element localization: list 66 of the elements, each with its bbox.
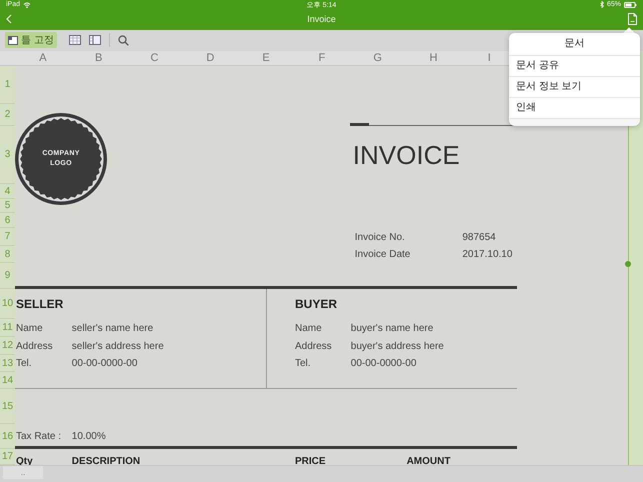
column-header[interactable]: H bbox=[406, 51, 462, 66]
field-value: seller's name here bbox=[72, 322, 154, 334]
row-header[interactable]: 8 bbox=[0, 246, 15, 264]
field-value: 00-00-0000-00 bbox=[72, 358, 138, 370]
menu-title: 문서 bbox=[509, 33, 640, 56]
row-header[interactable]: 1 bbox=[0, 66, 15, 104]
field-value: buyer's address here bbox=[350, 340, 444, 352]
column-header[interactable]: B bbox=[70, 51, 127, 66]
battery-icon bbox=[624, 2, 638, 8]
field-value: 2017.10.10 bbox=[462, 249, 512, 260]
field-value: seller's address here bbox=[72, 340, 164, 352]
field-label: Invoice Date bbox=[354, 249, 410, 260]
row-header[interactable]: 11 bbox=[0, 319, 15, 338]
scroll-handle[interactable] bbox=[625, 261, 631, 268]
field-value: 00-00-0000-00 bbox=[350, 358, 416, 370]
sheet-tab[interactable]: .. bbox=[3, 466, 43, 480]
row-header[interactable]: 3 bbox=[0, 126, 15, 184]
field-value: 987654 bbox=[462, 232, 496, 243]
row-header[interactable]: 12 bbox=[0, 337, 15, 356]
row-header[interactable]: 16 bbox=[0, 424, 15, 450]
column-header[interactable]: D bbox=[182, 51, 238, 66]
freeze-icon bbox=[8, 36, 18, 45]
field-label: Name bbox=[16, 322, 43, 334]
freeze-panes-button[interactable]: 틀 고정 bbox=[5, 32, 57, 48]
column-header[interactable]: C bbox=[126, 51, 182, 66]
columns-icon[interactable] bbox=[88, 35, 101, 46]
row-header[interactable]: 9 bbox=[0, 263, 15, 290]
column-header[interactable]: E bbox=[238, 51, 294, 66]
field-label: Invoice No. bbox=[354, 232, 405, 243]
row-header[interactable]: 14 bbox=[0, 372, 15, 390]
column-heading: DESCRIPTION bbox=[72, 456, 140, 468]
column-header[interactable]: F bbox=[294, 51, 350, 66]
menu-item[interactable]: 문서 공유 bbox=[509, 56, 640, 77]
field-label: Tel. bbox=[294, 358, 311, 370]
field-value: 10.00% bbox=[72, 431, 106, 442]
row-header[interactable]: 13 bbox=[0, 355, 15, 372]
bluetooth-icon bbox=[600, 1, 604, 8]
column-header[interactable]: A bbox=[15, 51, 71, 66]
back-chevron-icon[interactable] bbox=[6, 14, 12, 24]
menu-item[interactable]: 인쇄 bbox=[509, 98, 640, 119]
document-icon[interactable] bbox=[628, 13, 637, 26]
menu-item[interactable]: 문서 정보 보기 bbox=[509, 77, 640, 98]
search-icon[interactable] bbox=[118, 34, 129, 46]
row-header[interactable]: 17 bbox=[0, 449, 15, 466]
column-heading: AMOUNT bbox=[406, 456, 450, 468]
row-header[interactable]: 5 bbox=[0, 199, 15, 214]
row-header[interactable]: 6 bbox=[0, 213, 15, 228]
column-heading: PRICE bbox=[294, 456, 326, 468]
field-label: Address bbox=[294, 340, 332, 352]
field-label: Address bbox=[16, 340, 53, 352]
column-header[interactable]: G bbox=[350, 51, 406, 66]
row-header[interactable]: 4 bbox=[0, 184, 15, 200]
row-header[interactable]: 15 bbox=[0, 389, 15, 424]
section-heading: BUYER bbox=[294, 297, 337, 312]
row-header[interactable]: 7 bbox=[0, 228, 15, 246]
section-heading: SELLER bbox=[16, 297, 64, 312]
table-icon[interactable] bbox=[68, 35, 81, 46]
row-header[interactable]: 2 bbox=[0, 104, 15, 126]
window-title: Invoice bbox=[307, 14, 336, 24]
field-label: Tel. bbox=[16, 358, 32, 370]
invoice-title: INVOICE bbox=[352, 140, 461, 171]
field-value: buyer's name here bbox=[350, 322, 434, 334]
field-label: Name bbox=[294, 322, 322, 334]
row-header[interactable]: 10 bbox=[0, 289, 15, 320]
field-label: Tax Rate : bbox=[16, 431, 62, 442]
wifi-icon bbox=[23, 2, 32, 8]
